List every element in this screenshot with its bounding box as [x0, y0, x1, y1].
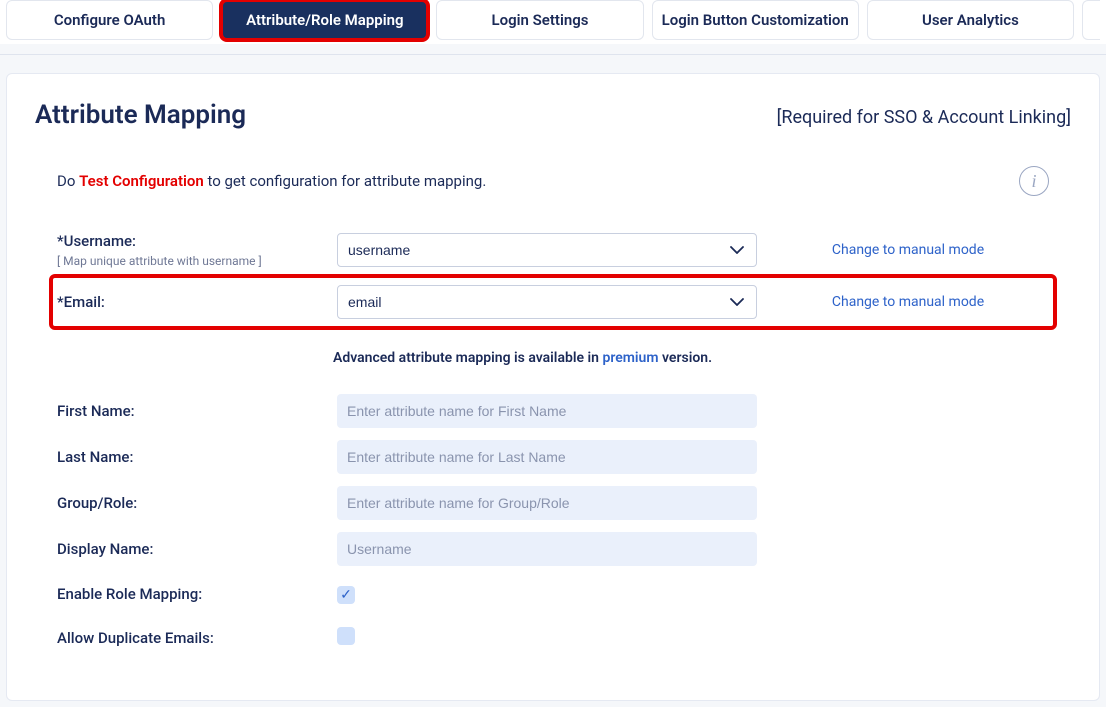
page-title: Attribute Mapping — [35, 100, 246, 130]
label-username-text: *Username: — [57, 232, 136, 250]
row-email: *Email: email Change to manual mode — [51, 276, 1055, 328]
link-email-manual[interactable]: Change to manual mode — [767, 294, 1049, 310]
row-display-name: Display Name: — [51, 526, 1055, 572]
tab-configure-oauth[interactable]: Configure OAuth — [6, 0, 213, 40]
checkbox-enable-role[interactable]: ✓ — [337, 586, 355, 604]
input-display-name — [337, 532, 757, 566]
label-username: *Username: [ Map unique attribute with u… — [57, 232, 327, 268]
intro-suffix: to get configuration for attribute mappi… — [204, 172, 487, 190]
check-icon: ✓ — [340, 588, 352, 602]
intro-text: Do Test Configuration to get configurati… — [57, 172, 486, 190]
label-username-hint: [ Map unique attribute with username ] — [57, 254, 327, 268]
select-email[interactable]: email — [337, 285, 757, 319]
tab-login-settings[interactable]: Login Settings — [436, 0, 643, 40]
row-first-name: First Name: — [51, 388, 1055, 434]
row-last-name: Last Name: — [51, 434, 1055, 480]
link-username-manual[interactable]: Change to manual mode — [767, 242, 1049, 258]
premium-note: Advanced attribute mapping is available … — [51, 328, 1055, 388]
intro-row: Do Test Configuration to get configurati… — [35, 166, 1071, 224]
attribute-mapping-card: Attribute Mapping [Required for SSO & Ac… — [6, 73, 1100, 701]
label-display-name: Display Name: — [57, 540, 327, 558]
checkbox-allow-dup[interactable] — [337, 627, 355, 645]
row-allow-duplicate-emails: Allow Duplicate Emails: — [51, 616, 1055, 660]
label-last-name: Last Name: — [57, 448, 327, 466]
premium-link[interactable]: premium — [602, 350, 658, 366]
info-icon[interactable]: i — [1019, 166, 1049, 196]
tab-overflow[interactable] — [1082, 0, 1100, 40]
test-configuration-link[interactable]: Test Configuration — [79, 172, 204, 190]
divider — [0, 54, 1106, 55]
input-group-role — [337, 486, 757, 520]
page-subtitle: [Required for SSO & Account Linking] — [777, 107, 1071, 128]
input-first-name — [337, 394, 757, 428]
row-group-role: Group/Role: — [51, 480, 1055, 526]
select-username[interactable]: username — [337, 233, 757, 267]
row-enable-role-mapping: Enable Role Mapping: ✓ — [51, 572, 1055, 616]
intro-prefix: Do — [57, 172, 79, 190]
tab-login-button-customization[interactable]: Login Button Customization — [652, 0, 859, 40]
label-allow-dup: Allow Duplicate Emails: — [57, 629, 327, 647]
label-email: *Email: — [57, 293, 327, 311]
premium-note-p2: version. — [659, 350, 713, 366]
label-enable-role: Enable Role Mapping: — [57, 585, 327, 603]
tab-attribute-role-mapping[interactable]: Attribute/Role Mapping — [221, 0, 428, 40]
label-first-name: First Name: — [57, 402, 327, 420]
label-group-role: Group/Role: — [57, 494, 327, 512]
premium-note-p1: Advanced attribute mapping is available … — [333, 350, 602, 366]
input-last-name — [337, 440, 757, 474]
tab-bar: Configure OAuth Attribute/Role Mapping L… — [0, 0, 1106, 44]
row-username: *Username: [ Map unique attribute with u… — [51, 224, 1055, 276]
card-header: Attribute Mapping [Required for SSO & Ac… — [35, 100, 1071, 130]
form-rows: *Username: [ Map unique attribute with u… — [35, 224, 1071, 660]
tab-user-analytics[interactable]: User Analytics — [867, 0, 1074, 40]
